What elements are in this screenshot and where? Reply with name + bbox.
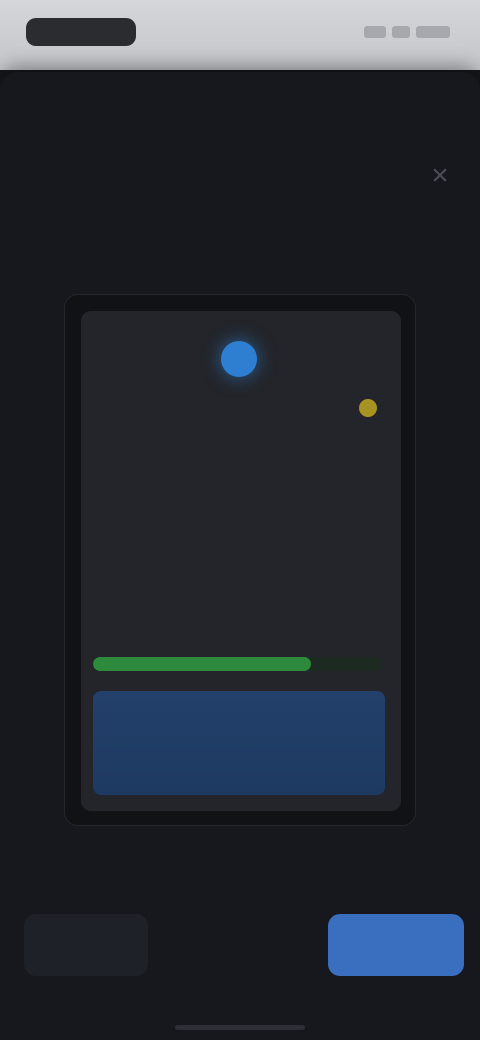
preview-cta-button[interactable] (93, 691, 385, 795)
preview-card (81, 311, 401, 811)
preview-frame (64, 294, 416, 826)
close-button[interactable]: × (420, 156, 460, 196)
status-icons (358, 26, 450, 38)
status-indicator-icon (359, 399, 377, 417)
app-icon (221, 341, 257, 377)
progress-bar (93, 657, 383, 671)
bottom-sheet: × (0, 72, 480, 1040)
secondary-button[interactable] (24, 914, 148, 976)
progress-fill (93, 657, 311, 671)
primary-button[interactable] (328, 914, 464, 976)
wifi-icon (392, 26, 410, 38)
status-bar (0, 0, 480, 70)
close-icon: × (431, 159, 449, 192)
home-indicator (175, 1025, 305, 1030)
battery-icon (416, 26, 450, 38)
status-time (26, 18, 136, 46)
tertiary-button[interactable] (168, 914, 308, 976)
signal-icon (364, 26, 386, 38)
